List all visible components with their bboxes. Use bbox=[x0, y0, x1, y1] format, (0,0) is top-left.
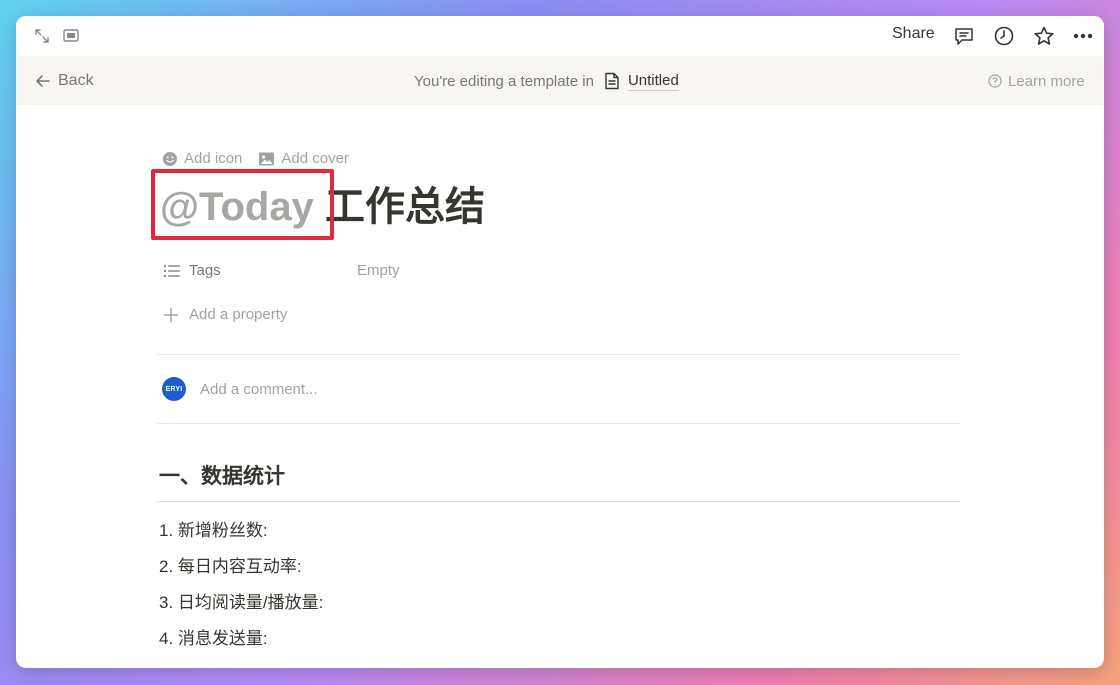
title-text: 工作总结 bbox=[324, 185, 485, 229]
share-button[interactable]: Share bbox=[892, 25, 935, 43]
avatar: ERYI bbox=[162, 377, 186, 401]
page-link[interactable]: Untitled bbox=[627, 72, 679, 91]
list-item[interactable]: 3. 日均阅读量/播放量: bbox=[159, 588, 323, 624]
back-button[interactable]: Back bbox=[34, 70, 94, 92]
add-property-button[interactable]: Add a property bbox=[163, 306, 287, 323]
list-item[interactable]: 1. 新增粉丝数: bbox=[159, 516, 323, 552]
property-row-tags[interactable]: Tags Empty bbox=[163, 262, 400, 279]
learn-more-link[interactable]: Learn more bbox=[988, 70, 1085, 92]
plus-icon bbox=[163, 307, 179, 322]
template-edit-bar: Back You're editing a template in Untitl… bbox=[16, 56, 1104, 105]
editing-text: You're editing a template in bbox=[414, 72, 594, 90]
image-icon bbox=[259, 152, 275, 165]
comment-input[interactable]: Add a comment... bbox=[200, 381, 318, 398]
add-cover-label: Add cover bbox=[281, 150, 349, 167]
page-add-controls: Add icon Add cover bbox=[162, 150, 349, 167]
page-icon bbox=[604, 72, 620, 90]
list-item[interactable]: 2. 每日内容互动率: bbox=[159, 552, 323, 588]
expand-icon[interactable] bbox=[30, 24, 54, 48]
clock-icon[interactable] bbox=[992, 24, 1016, 48]
arrow-left-icon bbox=[36, 75, 50, 87]
comment-row: ERYI Add a comment... bbox=[162, 377, 318, 401]
help-circle-icon bbox=[988, 74, 1002, 88]
add-property-label: Add a property bbox=[189, 306, 288, 323]
divider bbox=[157, 423, 960, 424]
list-item[interactable]: 4. 消息发送量: bbox=[159, 624, 323, 660]
more-icon[interactable] bbox=[1071, 24, 1095, 48]
section-heading[interactable]: 一、数据统计 bbox=[159, 460, 285, 490]
property-value[interactable]: Empty bbox=[357, 262, 400, 279]
top-bar: Share bbox=[16, 16, 1104, 56]
back-label: Back bbox=[58, 72, 94, 89]
property-label: Tags bbox=[189, 262, 221, 279]
property-name[interactable]: Tags bbox=[163, 262, 357, 279]
learn-more-label: Learn more bbox=[1008, 72, 1085, 90]
smiley-icon bbox=[163, 151, 177, 166]
heading-underline bbox=[157, 501, 960, 502]
comment-icon[interactable] bbox=[952, 24, 976, 48]
highlight-box bbox=[151, 169, 334, 240]
add-icon-label: Add icon bbox=[184, 150, 243, 167]
sidebar-toggle-icon[interactable] bbox=[59, 24, 83, 48]
notion-window: Share Back You're editing a template in … bbox=[16, 16, 1104, 668]
add-cover-button[interactable]: Add cover bbox=[258, 150, 349, 167]
add-icon-button[interactable]: Add icon bbox=[162, 150, 242, 167]
template-info: You're editing a template in Untitled bbox=[414, 70, 679, 92]
numbered-list: 1. 新增粉丝数: 2. 每日内容互动率: 3. 日均阅读量/播放量: 4. 消… bbox=[159, 516, 323, 660]
list-icon bbox=[163, 264, 180, 277]
divider bbox=[157, 354, 960, 355]
star-icon[interactable] bbox=[1032, 24, 1056, 48]
